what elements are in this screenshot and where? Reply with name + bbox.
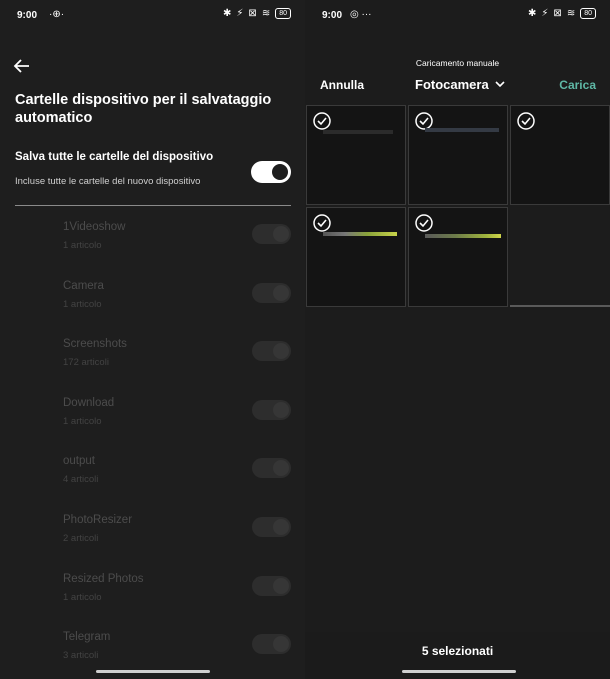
folder-row: Screenshots 172 articoli — [0, 338, 305, 388]
photo-thumbnail[interactable] — [306, 105, 406, 205]
gesture-navigation-bar — [96, 670, 210, 673]
folder-name: output — [63, 455, 95, 468]
wifi-icon: ≋ — [566, 8, 576, 19]
gesture-navigation-bar — [402, 670, 516, 673]
selected-check-icon — [517, 112, 535, 130]
toggle-knob — [273, 401, 289, 418]
folder-item-count: 3 articoli — [63, 650, 99, 662]
toggle-knob — [273, 284, 289, 301]
toggle-knob — [273, 519, 289, 535]
notification-icons: ◎ ··· — [350, 9, 372, 20]
thumbnail-content — [323, 232, 397, 236]
folder-name: Camera — [63, 279, 104, 292]
toggle-knob — [273, 577, 289, 594]
thumbnail-content — [323, 130, 393, 134]
folder-row: PhotoResizer 2 articoli — [0, 514, 305, 564]
bluetooth-icon: ✱ — [223, 8, 232, 19]
status-bar: 9:00 ·⊕· ✱ ⚡ ⊠ ≋ 80 — [0, 0, 305, 30]
folder-toggle[interactable] — [252, 458, 291, 479]
selected-check-icon — [415, 214, 433, 232]
empty-thumbnail-slot — [510, 207, 610, 307]
toggle-knob — [273, 636, 289, 653]
folder-item-count: 1 articolo — [63, 298, 102, 310]
folder-row: output 4 articoli — [0, 455, 305, 505]
thumbnail-content — [425, 128, 499, 132]
folder-item-count: 4 articoli — [63, 474, 99, 486]
folder-toggle[interactable] — [252, 517, 291, 537]
auto-save-folders-screen: 9:00 ·⊕· ✱ ⚡ ⊠ ≋ 80 Cartelle dispositivo… — [0, 0, 305, 679]
battery-icon: 80 — [275, 8, 291, 19]
photo-thumbnail[interactable] — [408, 207, 508, 307]
selected-check-icon — [313, 214, 331, 232]
battery-icon: 80 — [580, 8, 596, 19]
status-time: 9:00 — [17, 10, 38, 21]
folder-item-count: 1 articolo — [63, 591, 102, 603]
folder-name: Telegram — [63, 631, 111, 644]
page-title: Cartelle dispositivo per il salvataggio … — [15, 92, 272, 126]
media-icon: ·⊕· — [49, 9, 65, 20]
folder-toggle[interactable] — [252, 399, 291, 420]
folder-name: 1Videoshow — [63, 221, 126, 233]
album-selector[interactable]: Fotocamera — [415, 77, 505, 92]
folder-item-count: 2 articoli — [63, 533, 99, 544]
folder-item-count: 1 articolo — [63, 415, 102, 427]
toggle-knob — [273, 343, 289, 360]
album-label: Fotocamera — [415, 77, 489, 92]
chevron-down-icon — [495, 81, 505, 88]
folder-toggle[interactable] — [252, 282, 291, 303]
toggle-knob — [273, 226, 289, 242]
folder-toggle[interactable] — [252, 634, 291, 655]
back-arrow-icon[interactable] — [12, 56, 32, 76]
toggle-knob — [273, 460, 289, 477]
folder-row: Download 1 articolo — [0, 397, 305, 447]
bluetooth-icon: ✱ — [528, 8, 537, 19]
selection-bar: 5 selezionati — [305, 632, 610, 679]
status-bar: 9:00 ◎ ··· ✱ ⚡ ⊠ ≋ 80 — [305, 0, 610, 30]
manual-upload-screen: 9:00 ◎ ··· ✱ ⚡ ⊠ ≋ 80 Caricamento manual… — [305, 0, 610, 679]
sim-icon: ⊠ — [248, 8, 257, 19]
selected-check-icon — [313, 112, 331, 130]
folder-row: Camera 1 articolo — [0, 280, 305, 330]
mute-icon: ⚡ — [541, 8, 549, 19]
folder-toggle[interactable] — [252, 575, 291, 596]
photo-thumbnail[interactable] — [510, 105, 610, 205]
photo-thumbnail[interactable] — [408, 105, 508, 205]
folder-item-count: 1 articolo — [63, 240, 102, 251]
folder-item-count: 172 articoli — [63, 357, 109, 369]
divider — [15, 205, 291, 206]
folder-name: Screenshots — [63, 338, 127, 351]
mute-icon: ⚡ — [236, 8, 244, 19]
wifi-icon: ≋ — [261, 8, 271, 19]
save-all-folders-toggle[interactable] — [251, 161, 291, 183]
folder-name: Download — [63, 396, 115, 409]
folder-row: 1Videoshow 1 articolo — [0, 221, 305, 271]
folder-name: PhotoResizer — [63, 514, 133, 526]
folder-toggle[interactable] — [252, 341, 291, 362]
status-icons: ✱ ⚡ ⊠ ≋ 80 — [223, 8, 291, 19]
toggle-knob — [272, 164, 288, 180]
save-all-folders-label: Salva tutte le cartelle del dispositivo — [15, 151, 214, 163]
status-time: 9:00 — [322, 10, 343, 21]
photo-thumbnail[interactable] — [306, 207, 406, 307]
folder-toggle[interactable] — [252, 224, 291, 244]
selected-count: 5 selezionati — [421, 644, 494, 658]
folder-name: Resized Photos — [63, 572, 144, 585]
status-icons: ✱ ⚡ ⊠ ≋ 80 — [528, 8, 596, 19]
screen-subtitle: Caricamento manuale — [415, 58, 500, 68]
cancel-button[interactable]: Annulla — [320, 78, 364, 92]
upload-button[interactable]: Carica — [559, 78, 596, 92]
sim-icon: ⊠ — [553, 8, 562, 19]
folder-row: Resized Photos 1 articolo — [0, 573, 305, 623]
save-all-folders-sublabel: Incluse tutte le cartelle del nuovo disp… — [15, 176, 201, 187]
thumbnail-content — [425, 234, 501, 238]
